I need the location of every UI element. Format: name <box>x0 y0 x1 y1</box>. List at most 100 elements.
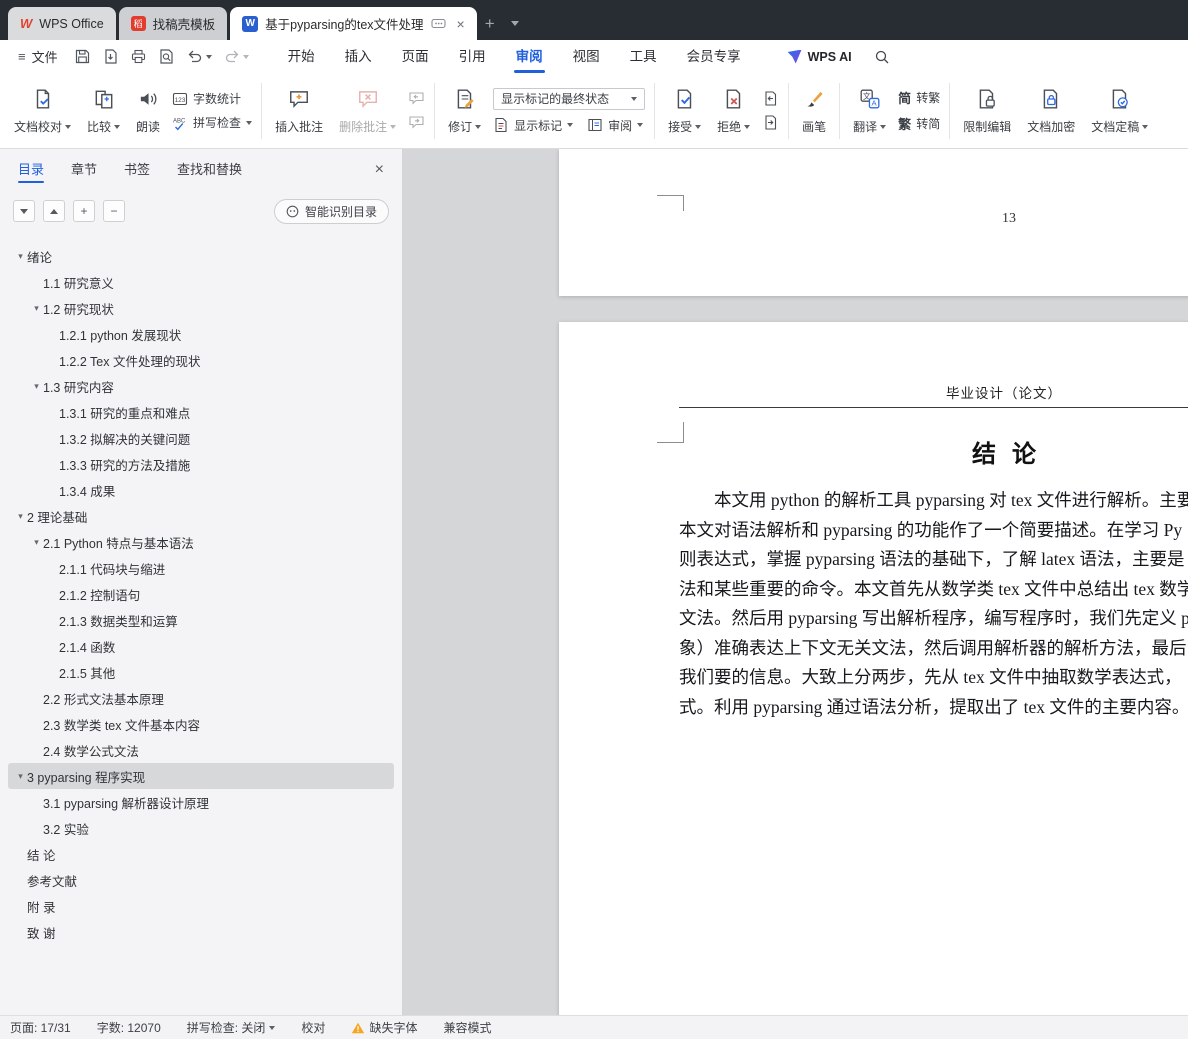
search-button[interactable] <box>874 49 890 65</box>
toc-item[interactable]: 2.1.3 数据类型和运算 <box>8 607 394 633</box>
to-simplified-button[interactable]: 繁 转简 <box>898 114 940 133</box>
collapse-arrow-icon[interactable]: ▾ <box>30 303 43 314</box>
track-changes-button[interactable]: 修订 <box>440 78 489 144</box>
sidebar-tab[interactable]: 章节 <box>71 149 97 191</box>
encrypt-document-button[interactable]: 文档加密 <box>1019 78 1083 144</box>
tab-list-chevron-icon[interactable] <box>503 7 527 40</box>
insert-comment-button[interactable]: 插入批注 <box>267 78 331 144</box>
app-home-tab[interactable]: W WPS Office <box>8 7 116 40</box>
menu-tab[interactable]: 视图 <box>558 40 615 73</box>
undo-button[interactable] <box>186 49 212 64</box>
toc-item[interactable]: 2.4 数学公式文法 <box>8 737 394 763</box>
menu-tab[interactable]: 审阅 <box>501 40 558 73</box>
collapse-arrow-icon[interactable]: ▾ <box>14 251 27 262</box>
toc-item[interactable]: 1.2.1 python 发展现状 <box>8 321 394 347</box>
menu-tab[interactable]: 会员专享 <box>672 40 756 73</box>
sidebar-tab[interactable]: 查找和替换 <box>177 149 242 191</box>
export-pdf-button[interactable] <box>102 48 119 65</box>
collapse-up-button[interactable] <box>43 200 65 222</box>
restrict-editing-button[interactable]: 限制编辑 <box>955 78 1019 144</box>
active-doc-tab[interactable]: W 基于pyparsing的tex文件处理 × <box>230 7 477 40</box>
spell-check-button[interactable]: ABC 拼写检查 <box>172 114 253 131</box>
document-canvas[interactable]: 13 毕业设计（论文） 结 论 本文用 python 的解析工具 pyparsi… <box>403 149 1188 1015</box>
toc-item[interactable]: ▾ 2 理论基础 <box>8 503 394 529</box>
smart-toc-button[interactable]: 智能识别目录 <box>273 198 389 224</box>
collapse-all-button[interactable]: − <box>103 200 125 222</box>
toc-item[interactable]: 3.2 实验 <box>8 815 394 841</box>
markup-state-select[interactable]: 显示标记的最终状态 <box>493 87 646 110</box>
word-count-indicator[interactable]: 字数: 12070 <box>84 1019 174 1036</box>
toc-item[interactable]: 2.2 形式文法基本原理 <box>8 685 394 711</box>
show-markup-button[interactable]: 显示标记 <box>493 117 574 134</box>
read-aloud-button[interactable]: 朗读 <box>128 78 168 144</box>
template-doc-tab[interactable]: 稻 找稿壳模板 <box>118 7 228 40</box>
menu-tab[interactable]: 页面 <box>387 40 444 73</box>
document-page-previous[interactable]: 13 <box>559 149 1188 296</box>
wps-ai-button[interactable]: WPS AI <box>787 49 852 64</box>
accept-change-button[interactable]: 接受 <box>660 78 709 144</box>
toc-item[interactable]: ▾ 1.3 研究内容 <box>8 373 394 399</box>
toc-item[interactable]: 2.1.4 函数 <box>8 633 394 659</box>
toc-item[interactable]: 1.2.2 Tex 文件处理的现状 <box>8 347 394 373</box>
new-tab-button[interactable]: + <box>477 7 503 40</box>
close-tab-icon[interactable]: × <box>457 16 465 32</box>
next-change-button[interactable] <box>762 114 779 131</box>
doc-proofing-button[interactable]: 文档校对 <box>6 78 79 144</box>
menu-tab[interactable]: 开始 <box>273 40 330 73</box>
sidebar-tab[interactable]: 书签 <box>124 149 150 191</box>
collapse-arrow-icon[interactable]: ▾ <box>30 381 43 392</box>
toc-item[interactable]: ▾ 1.2 研究现状 <box>8 295 394 321</box>
expand-all-button[interactable]: + <box>73 200 95 222</box>
menu-tab[interactable]: 引用 <box>444 40 501 73</box>
ink-brush-button[interactable]: 画笔 <box>794 78 834 144</box>
toc-item[interactable]: 1.3.4 成果 <box>8 477 394 503</box>
toc-item[interactable]: 2.3 数学类 tex 文件基本内容 <box>8 711 394 737</box>
redo-button[interactable] <box>223 49 249 64</box>
collapse-arrow-icon[interactable]: ▾ <box>30 537 43 548</box>
toc-item[interactable]: ▾ 2.1 Python 特点与基本语法 <box>8 529 394 555</box>
collapse-arrow-icon[interactable]: ▾ <box>14 771 27 782</box>
word-count-button[interactable]: 123 字数统计 <box>172 90 252 107</box>
menu-tab[interactable]: 插入 <box>330 40 387 73</box>
menu-tab[interactable]: 工具 <box>615 40 672 73</box>
sidebar-close-icon[interactable]: × <box>375 149 384 191</box>
page-indicator[interactable]: 页面: 17/31 <box>10 1019 84 1036</box>
document-page-current[interactable]: 毕业设计（论文） 结 论 本文用 python 的解析工具 pyparsing … <box>559 322 1188 1015</box>
spellcheck-toggle[interactable]: 拼写检查: 关闭 <box>174 1019 289 1036</box>
toc-item[interactable]: 1.3.2 拟解决的关键问题 <box>8 425 394 451</box>
compare-button[interactable]: 比较 <box>79 78 128 144</box>
proofread-button[interactable]: 校对 <box>288 1019 338 1036</box>
undo-dropdown-icon[interactable] <box>205 54 212 59</box>
previous-comment-button[interactable] <box>408 90 425 107</box>
reject-change-button[interactable]: 拒绝 <box>709 78 758 144</box>
toc-item[interactable]: 1.3.1 研究的重点和难点 <box>8 399 394 425</box>
toc-item[interactable]: 2.1.5 其他 <box>8 659 394 685</box>
file-menu-button[interactable]: ≡ 文件 <box>10 47 66 66</box>
toc-item[interactable]: 参考文献 <box>8 867 394 893</box>
to-traditional-button[interactable]: 简 转繁 <box>898 88 940 107</box>
toc-item[interactable]: 2.1.1 代码块与缩进 <box>8 555 394 581</box>
save-button[interactable] <box>74 48 91 65</box>
missing-font-warning[interactable]: 缺失字体 <box>338 1019 430 1036</box>
toc-item[interactable]: 3.1 pyparsing 解析器设计原理 <box>8 789 394 815</box>
next-comment-button[interactable] <box>408 114 425 131</box>
toc-item[interactable]: 1.1 研究意义 <box>8 269 394 295</box>
finalize-document-button[interactable]: 文档定稿 <box>1083 78 1156 144</box>
delete-comment-button[interactable]: 删除批注 <box>331 78 404 144</box>
sidebar-tab[interactable]: 目录 <box>18 149 45 191</box>
toc-item[interactable]: 附 录 <box>8 893 394 919</box>
toc-item[interactable]: 致 谢 <box>8 919 394 945</box>
collapse-arrow-icon[interactable]: ▾ <box>14 511 27 522</box>
print-preview-button[interactable] <box>158 48 175 65</box>
redo-dropdown-icon[interactable] <box>242 54 249 59</box>
toc-item[interactable]: 1.3.3 研究的方法及措施 <box>8 451 394 477</box>
toc-item[interactable]: 2.1.2 控制语句 <box>8 581 394 607</box>
compatibility-mode-indicator[interactable]: 兼容模式 <box>430 1019 504 1036</box>
expand-down-button[interactable] <box>13 200 35 222</box>
toc-item[interactable]: ▾ 绪论 <box>8 243 394 269</box>
toc-item[interactable]: ▾ 3 pyparsing 程序实现 <box>8 763 394 789</box>
review-pane-button[interactable]: 审阅 <box>587 117 644 134</box>
translate-button[interactable]: 文A 翻译 <box>845 78 894 144</box>
previous-change-button[interactable] <box>762 90 779 107</box>
toc-item[interactable]: 结 论 <box>8 841 394 867</box>
